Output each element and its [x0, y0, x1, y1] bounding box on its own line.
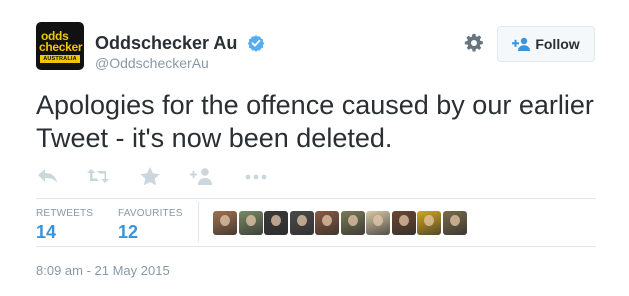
avatar-silhouette	[220, 215, 230, 226]
gear-icon[interactable]	[464, 33, 484, 53]
avatar-silhouette	[322, 215, 332, 226]
favouriter-avatar[interactable]	[213, 211, 237, 235]
avatar-silhouette	[347, 215, 358, 226]
favourites-label: FAVOURITES	[118, 208, 183, 219]
retweets-label: RETWEETS	[36, 208, 94, 219]
avatar-silhouette	[296, 215, 307, 226]
divider	[36, 198, 596, 199]
favourite-button[interactable]	[138, 166, 162, 186]
favourites-count[interactable]: 12	[118, 222, 138, 243]
timestamp[interactable]: 8:09 am - 21 May 2015	[36, 263, 170, 278]
avatar-silhouette	[271, 215, 281, 226]
tweet-text: Apologies for the offence caused by our …	[36, 90, 594, 153]
favouriter-avatar[interactable]	[391, 211, 416, 235]
tweet-card: odds checker AUSTRALIA Oddschecker Au @O…	[0, 0, 629, 296]
more-icon	[245, 174, 267, 180]
follow-button[interactable]: Follow	[497, 26, 595, 62]
avatar-silhouette	[373, 215, 383, 226]
display-name[interactable]: Oddschecker Au	[95, 33, 237, 53]
divider	[36, 246, 596, 247]
retweet-button[interactable]	[86, 166, 110, 186]
favouriter-avatar[interactable]	[417, 211, 441, 235]
reply-button[interactable]	[36, 166, 60, 186]
more-button[interactable]	[244, 166, 268, 186]
username[interactable]: @OddscheckerAu	[95, 54, 209, 72]
stats-separator	[198, 202, 199, 242]
favouriter-avatar[interactable]	[264, 211, 288, 235]
verified-badge-icon	[247, 35, 265, 52]
add-to-list-icon	[190, 168, 212, 185]
avatar-logo-text: checker	[39, 40, 83, 54]
favouriter-avatar[interactable]	[289, 211, 314, 235]
favouriter-avatar[interactable]	[366, 211, 390, 235]
avatar[interactable]: odds checker AUSTRALIA	[36, 22, 84, 70]
avatar-silhouette	[424, 215, 434, 226]
retweet-icon	[87, 169, 109, 183]
retweets-count[interactable]: 14	[36, 222, 56, 243]
favouriter-avatar[interactable]	[238, 211, 263, 235]
reply-icon	[38, 169, 57, 183]
avatar-silhouette	[245, 215, 256, 226]
favouriter-avatar[interactable]	[442, 211, 467, 235]
follow-button-label: Follow	[535, 36, 580, 52]
favourite-icon	[140, 167, 160, 186]
favouriter-avatar[interactable]	[340, 211, 365, 235]
avatar-silhouette	[398, 215, 409, 226]
avatar-logo-tagline: AUSTRALIA	[40, 55, 80, 63]
avatar-silhouette	[449, 215, 460, 226]
follow-icon	[512, 37, 531, 51]
add-to-list-button[interactable]	[190, 166, 214, 186]
favouriter-avatar[interactable]	[315, 211, 339, 235]
